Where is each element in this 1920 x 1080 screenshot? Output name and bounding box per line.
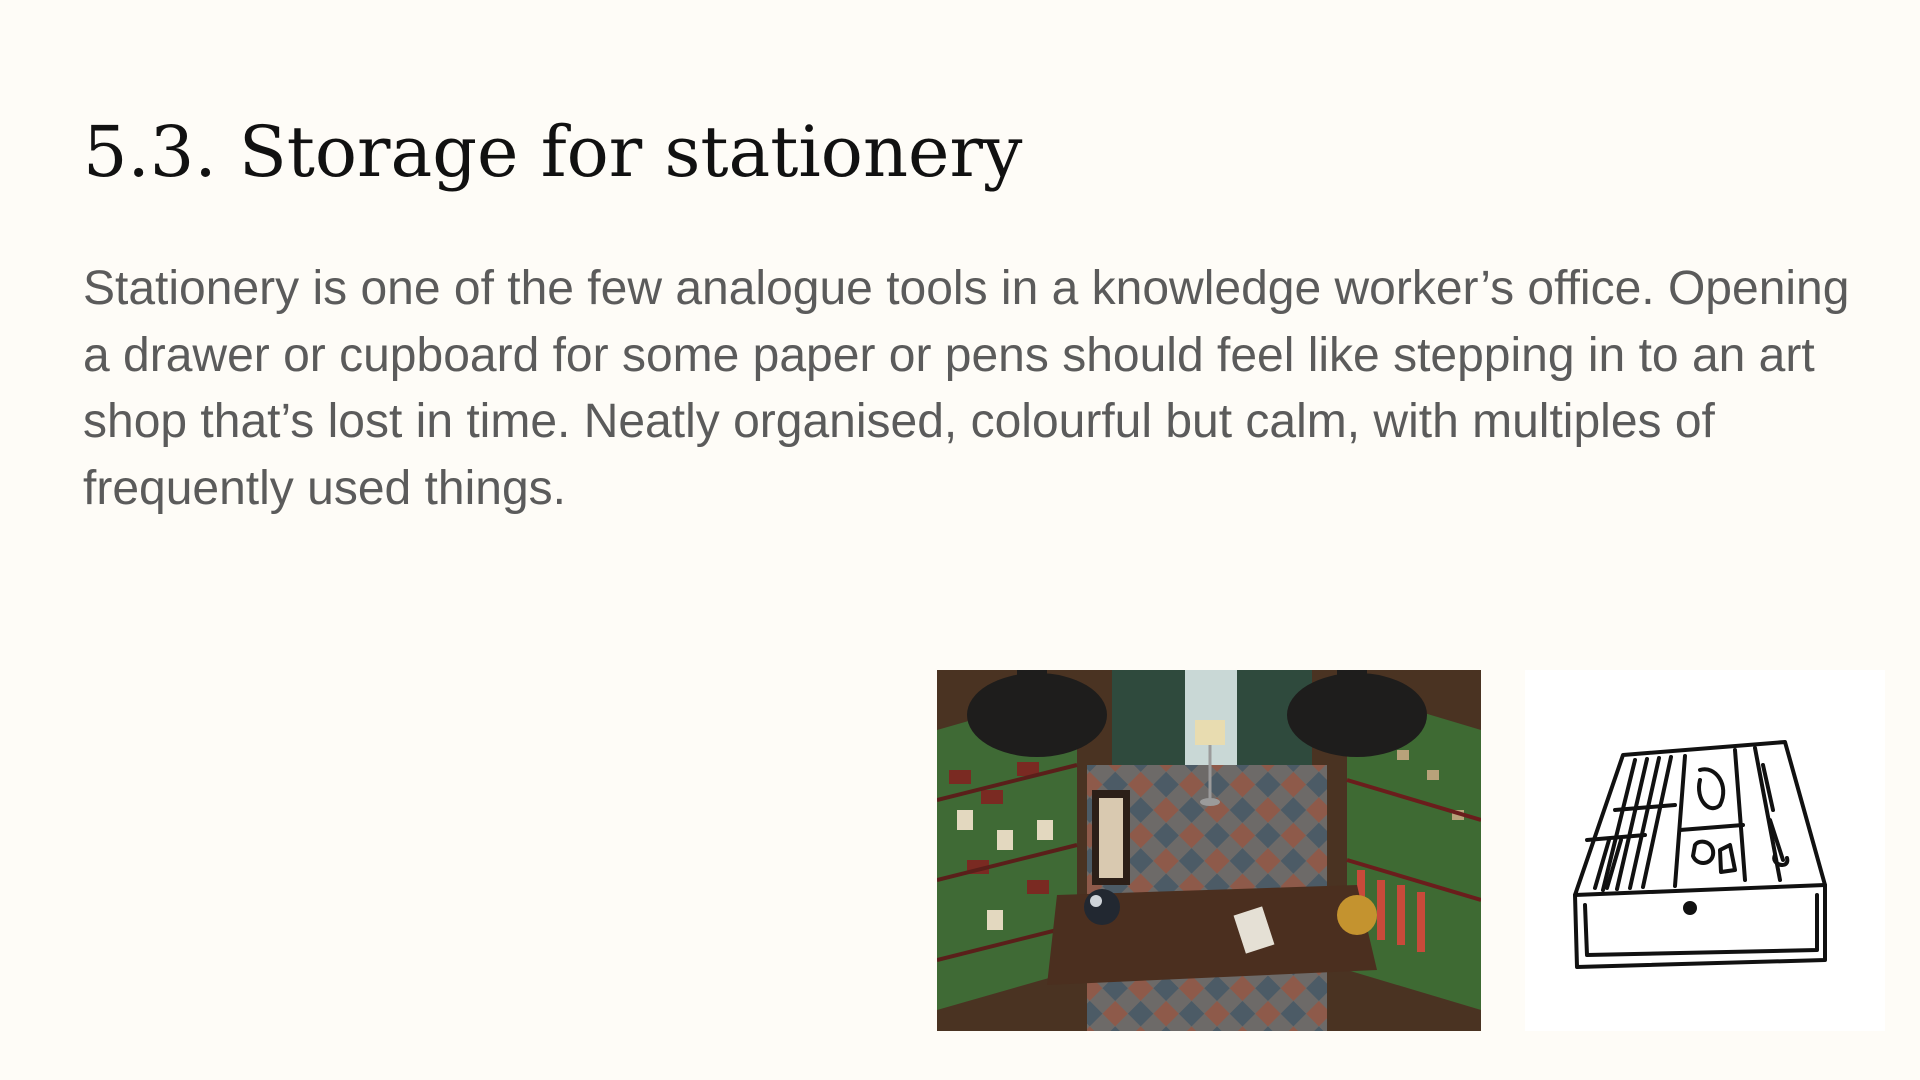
slide-title: 5.3. Storage for stationery <box>83 111 1023 193</box>
slide: 5.3. Storage for stationery Stationery i… <box>0 0 1920 1080</box>
stationery-shop-photo <box>937 670 1481 1031</box>
drawer-sketch-image <box>1525 670 1885 1031</box>
slide-body-text: Stationery is one of the few analogue to… <box>83 262 1850 515</box>
